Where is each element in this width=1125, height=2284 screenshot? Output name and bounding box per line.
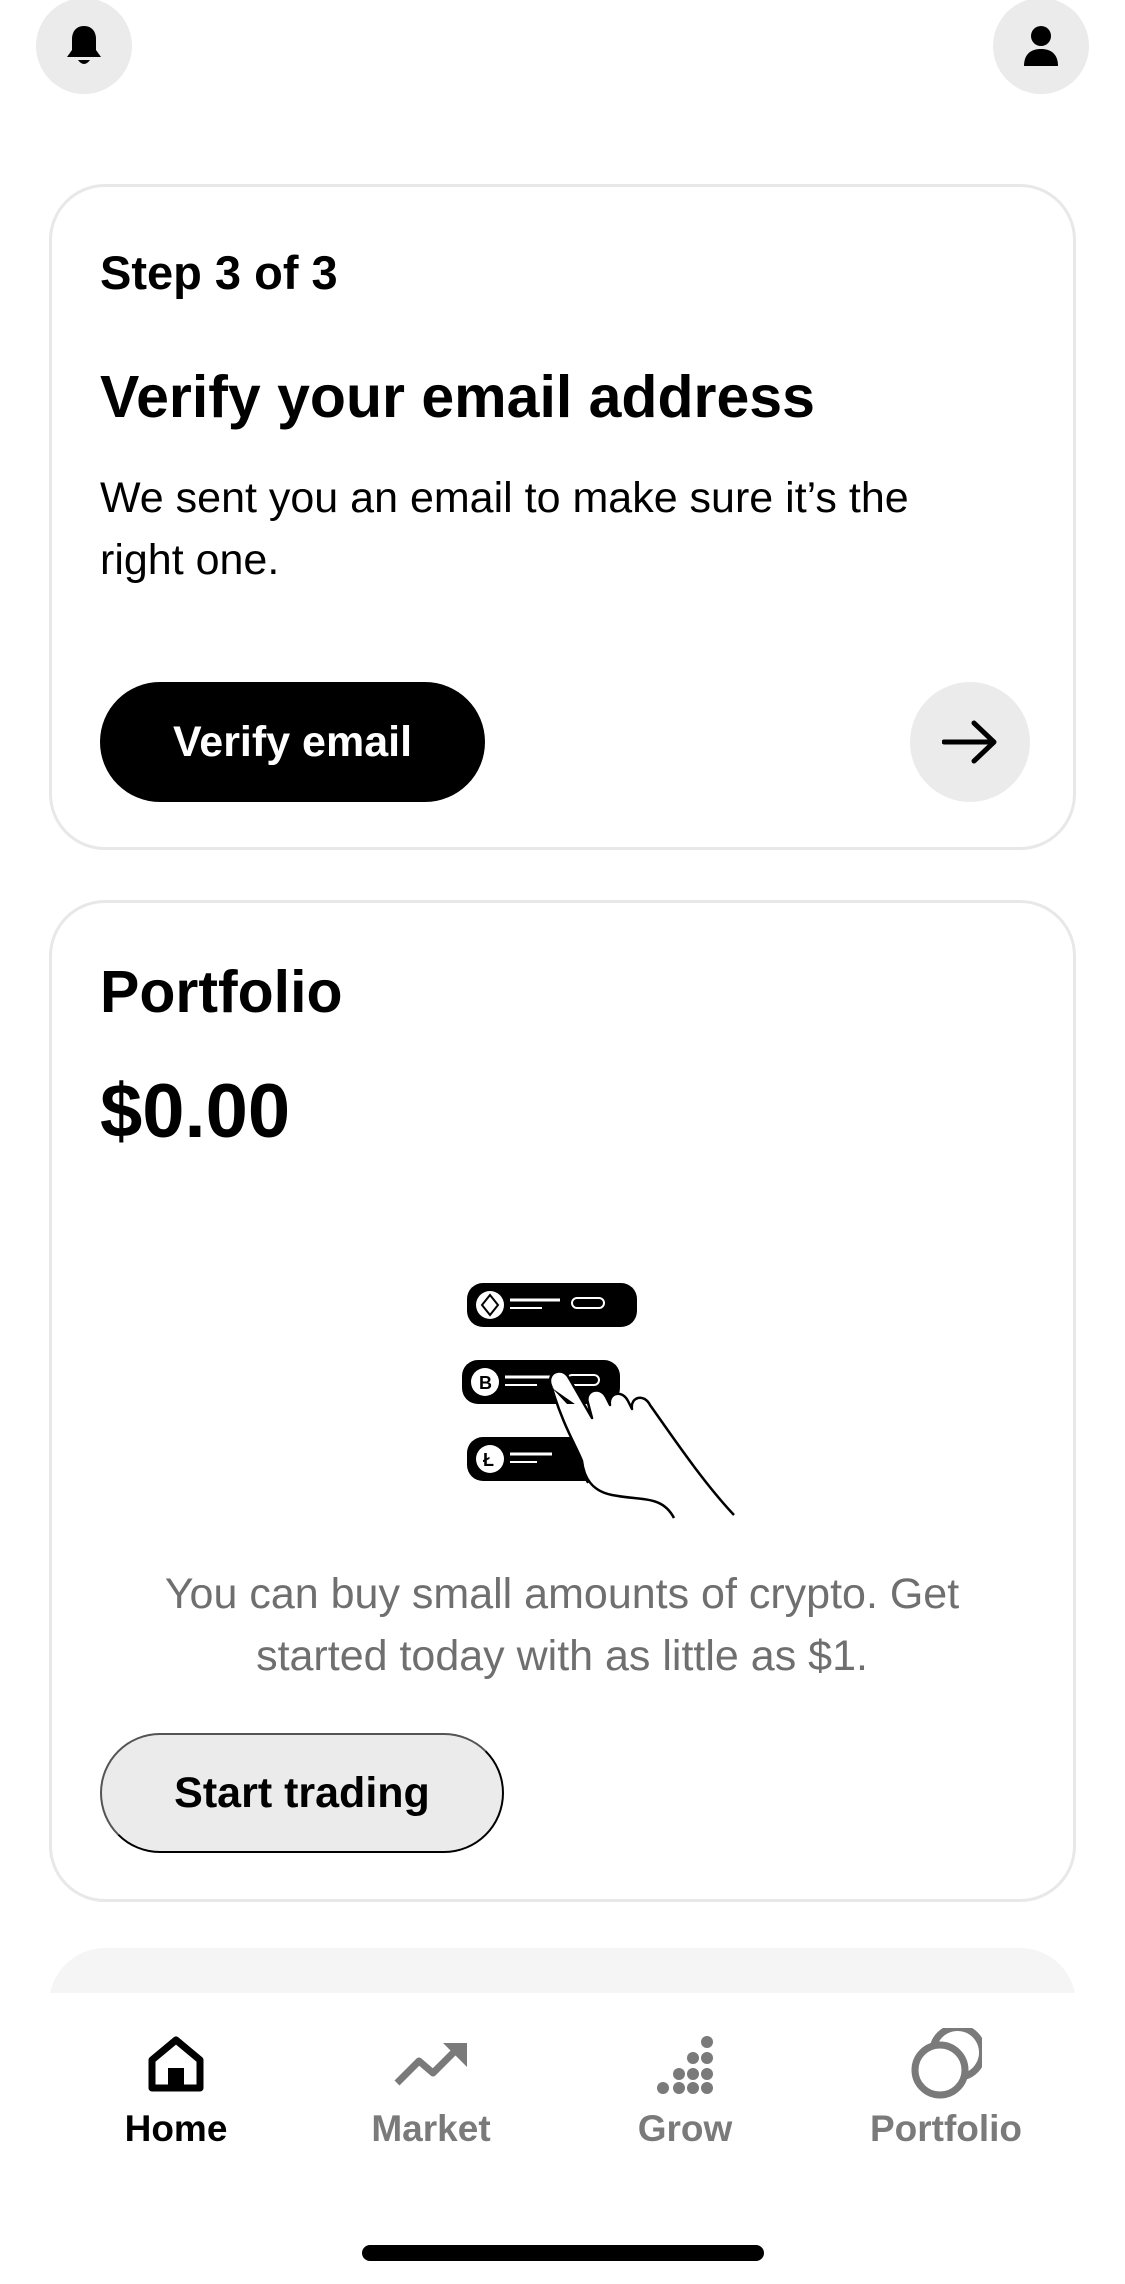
verify-description: We sent you an email to make sure it’s t… bbox=[100, 474, 909, 584]
tab-portfolio-label: Portfolio bbox=[869, 2108, 1023, 2149]
coins-icon bbox=[911, 2028, 982, 2099]
svg-text:Ł: Ł bbox=[483, 1450, 494, 1470]
bell-icon bbox=[67, 26, 101, 64]
portfolio-description: You can buy small amounts of crypto. Get… bbox=[164, 1570, 960, 1680]
tab-home[interactable]: Home bbox=[76, 2028, 276, 2150]
home-indicator bbox=[362, 2245, 764, 2261]
profile-button[interactable] bbox=[993, 0, 1089, 94]
verify-email-button[interactable]: Verify email bbox=[100, 682, 485, 802]
svg-text:B: B bbox=[479, 1373, 492, 1393]
arrow-right-icon bbox=[942, 720, 997, 764]
home-icon bbox=[148, 2036, 204, 2092]
start-trading-button[interactable]: Start trading bbox=[100, 1733, 504, 1853]
tab-grow-label: Grow bbox=[637, 2108, 733, 2149]
tab-bar: Home Market Grow Portfolio bbox=[0, 1993, 1125, 2284]
tab-portfolio[interactable]: Portfolio bbox=[846, 2028, 1046, 2150]
step-indicator: Step 3 of 3 bbox=[100, 246, 338, 299]
verify-title: Verify your email address bbox=[100, 364, 815, 430]
tab-home-label: Home bbox=[124, 2108, 228, 2149]
trend-up-icon bbox=[394, 2043, 467, 2086]
portfolio-value: $0.00 bbox=[100, 1069, 291, 1154]
next-button[interactable] bbox=[910, 682, 1030, 802]
verify-email-card: Step 3 of 3 Verify your email address We… bbox=[49, 184, 1076, 850]
tab-market[interactable]: Market bbox=[331, 2028, 531, 2150]
notifications-button[interactable] bbox=[36, 0, 132, 94]
crypto-list-hand-illustration: B Ł bbox=[462, 1283, 735, 1519]
tab-grow[interactable]: Grow bbox=[585, 2028, 785, 2150]
portfolio-card: Portfolio $0.00 B Ł You can buy small am… bbox=[49, 900, 1076, 1902]
profile-icon bbox=[1024, 26, 1058, 66]
portfolio-title: Portfolio bbox=[100, 959, 343, 1025]
tab-market-label: Market bbox=[371, 2108, 491, 2149]
dots-icon bbox=[657, 2036, 713, 2094]
